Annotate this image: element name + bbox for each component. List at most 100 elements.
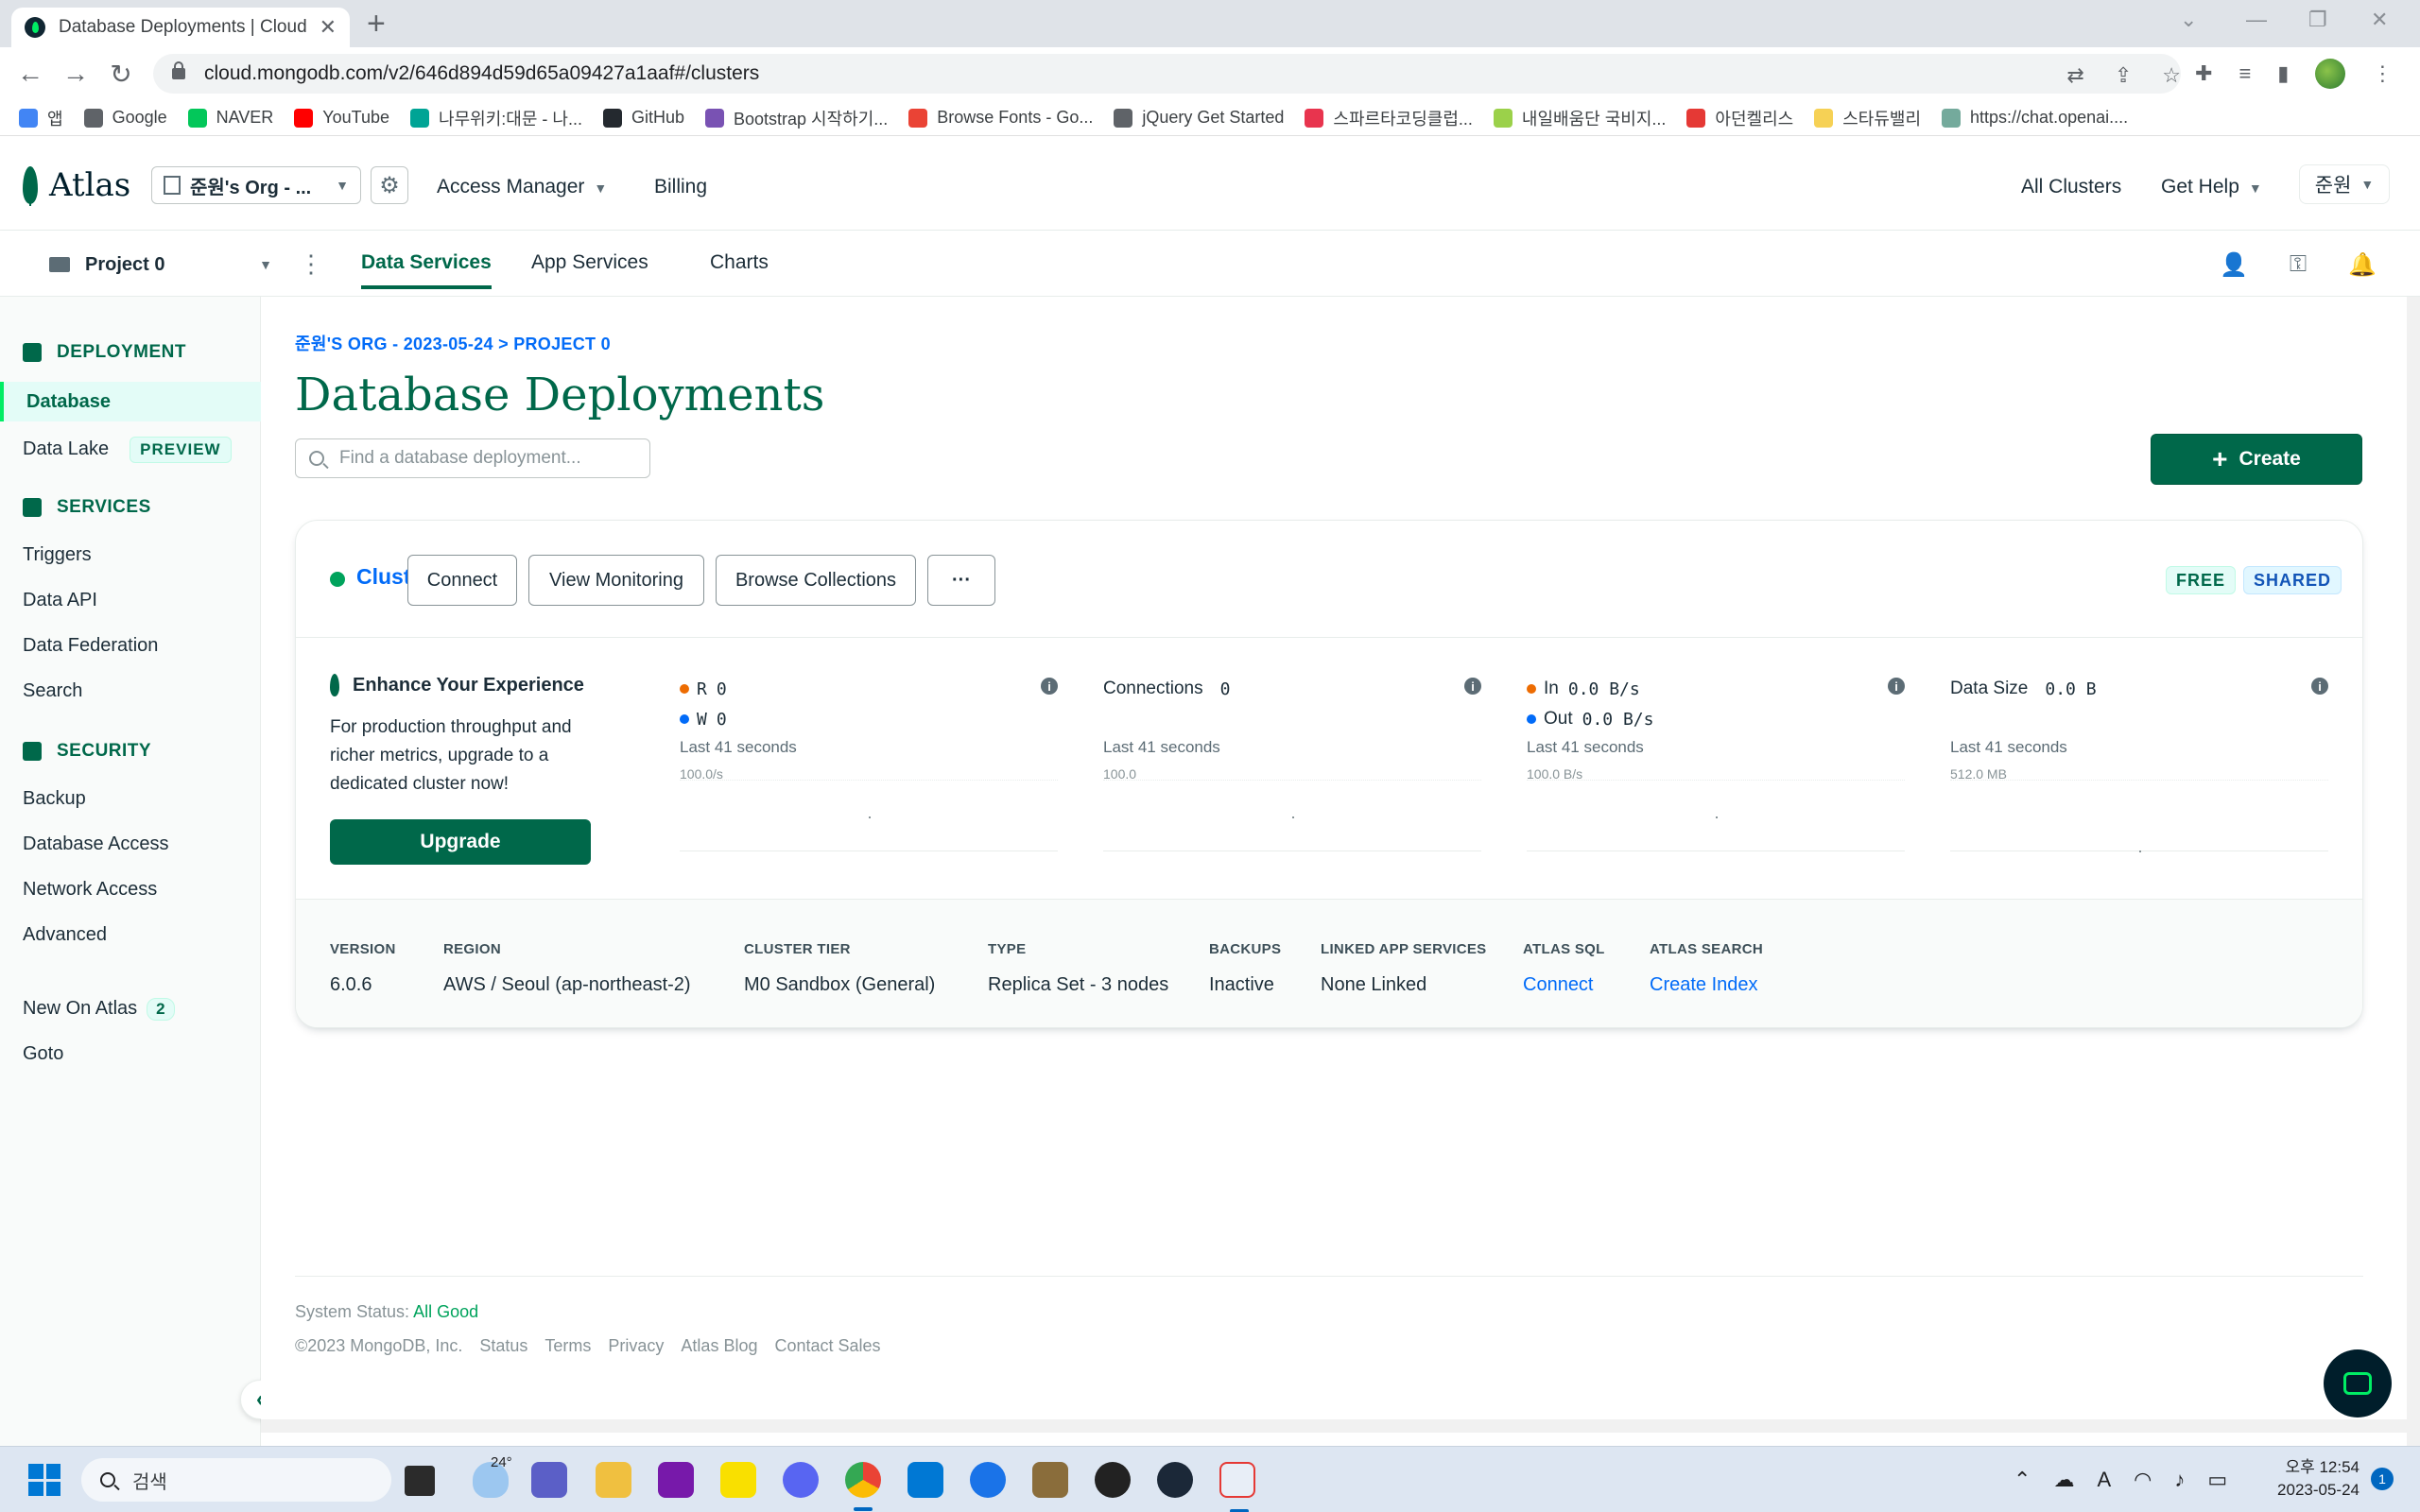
bookmark-item[interactable]: GitHub [602,108,684,128]
metric-connections[interactable]: Connections 0 Last 41 seconds 100.0 i [1103,674,1481,863]
sidebar-item-data-lake[interactable]: Data Lake PREVIEW [23,437,232,463]
info-icon[interactable]: i [2311,678,2328,695]
volume-icon[interactable]: ♪ [2174,1468,2185,1492]
info-icon[interactable]: i [1888,678,1905,695]
sidebar-item-goto[interactable]: Goto [23,1043,63,1065]
target-app-icon[interactable] [1095,1462,1131,1498]
chat-app-icon[interactable] [531,1462,567,1498]
sidebar-item-network-access[interactable]: Network Access [23,879,157,901]
side-panel-icon[interactable]: ▮ [2277,61,2289,86]
user-menu[interactable]: 준원 ▼ [2299,164,2390,204]
search-input[interactable] [339,448,623,469]
access-manager-menu[interactable]: Access Manager ▼ [437,176,607,198]
sidebar-item-data-api[interactable]: Data API [23,590,97,611]
deployment-search[interactable] [295,438,650,478]
sidebar-item-backup[interactable]: Backup [23,788,86,810]
wifi-icon[interactable]: ◠ [2134,1468,2152,1492]
taskbar-search[interactable]: 검색 [81,1458,391,1502]
all-clusters-link[interactable]: All Clusters [2021,176,2121,198]
profile-avatar[interactable] [2315,59,2346,89]
tab-charts[interactable]: Charts [710,251,769,285]
invite-user-icon[interactable]: 👤 [2220,251,2248,279]
sidebar-item-data-federation[interactable]: Data Federation [23,635,158,657]
ime-icon[interactable]: A [2097,1468,2111,1492]
project-options-icon[interactable]: ⋮ [299,251,323,276]
atlas-logo[interactable]: Atlas [23,166,130,206]
vertical-scrollbar[interactable] [2407,297,2420,1446]
bookmark-item[interactable]: YouTube [294,108,389,128]
back-icon[interactable]: ← [8,59,53,89]
sidebar-item-database[interactable]: Database [0,382,261,421]
footer-link-privacy[interactable]: Privacy [608,1336,664,1356]
tab-search-icon[interactable]: ⌄ [2180,8,2197,32]
bookmark-item[interactable]: 스타듀밸리 [1814,106,1921,130]
app-icon[interactable] [970,1462,1006,1498]
task-view-icon[interactable] [405,1466,435,1496]
close-tab-icon[interactable]: ✕ [320,15,337,40]
get-help-menu[interactable]: Get Help ▼ [2161,176,2262,198]
more-options-ellipsis-icon[interactable]: ··· [927,555,995,606]
game-app-icon[interactable] [1032,1462,1068,1498]
forward-icon[interactable]: → [53,59,98,89]
reading-list-icon[interactable]: ≡ [2238,61,2251,86]
bookmark-item[interactable]: Browse Fonts - Go... [908,108,1093,128]
address-bar[interactable]: cloud.mongodb.com/v2/646d894d59d65a09427… [153,54,2181,94]
atlas-sql-connect-link[interactable]: Connect [1523,974,1605,996]
chat-support-icon[interactable] [2324,1349,2392,1418]
bookmark-item[interactable]: 아던켈리스 [1686,106,1793,130]
tab-data-services[interactable]: Data Services [361,251,492,289]
bookmark-star-icon[interactable]: ☆ [2162,63,2181,88]
bookmark-item[interactable]: Google [83,108,167,128]
info-icon[interactable]: i [1464,678,1481,695]
browser-menu-icon[interactable]: ⋮ [2372,61,2393,86]
translate-icon[interactable]: ⇄ [2066,63,2083,88]
minimize-icon[interactable]: — [2246,8,2267,32]
battery-icon[interactable]: ▭ [2207,1468,2227,1492]
org-settings-gear-icon[interactable]: ⚙ [371,166,408,204]
connect-button[interactable]: Connect [407,555,517,606]
bookmark-item[interactable]: NAVER [187,108,273,128]
new-tab-icon[interactable]: + [367,6,386,43]
project-selector[interactable]: Project 0 ▼ [49,248,272,282]
browse-collections-button[interactable]: Browse Collections [716,555,916,606]
bookmark-item[interactable]: jQuery Get Started [1114,108,1284,128]
create-index-link[interactable]: Create Index [1650,974,1763,996]
vscode-icon[interactable] [908,1462,943,1498]
taskbar-clock[interactable]: 오후 12:54 2023-05-24 [2269,1456,2360,1502]
reload-icon[interactable]: ↻ [98,59,144,90]
sidebar-item-triggers[interactable]: Triggers [23,544,92,566]
onedrive-icon[interactable]: ☁ [2053,1468,2074,1492]
org-selector[interactable]: 준원's Org - ... ▼ [151,166,361,204]
windows-start-icon[interactable] [28,1464,60,1496]
discord-icon[interactable] [783,1462,819,1498]
footer-link-terms[interactable]: Terms [544,1336,591,1356]
chrome-icon[interactable] [845,1462,881,1511]
info-icon[interactable]: i [1041,678,1058,695]
bookmark-item[interactable]: 앱 [19,106,63,130]
metric-read-write[interactable]: R0 W0 Last 41 seconds 100.0/s i [680,674,1058,863]
footer-link-contact-sales[interactable]: Contact Sales [774,1336,880,1356]
steam-icon[interactable] [1157,1462,1193,1498]
notification-count-badge[interactable]: 1 [2371,1468,2394,1490]
breadcrumb[interactable]: 준원'S ORG - 2023-05-24 > PROJECT 0 [295,331,611,355]
notifications-bell-icon[interactable]: 🔔 [2348,251,2377,279]
project-access-icon[interactable]: ⚿ [2290,251,2307,279]
close-window-icon[interactable]: ✕ [2371,8,2388,32]
browser-tab[interactable]: Database Deployments | Cloud ✕ [11,8,350,47]
horizontal-scrollbar[interactable] [261,1419,2407,1433]
file-explorer-icon[interactable] [596,1462,631,1498]
share-icon[interactable]: ⇪ [2115,63,2132,88]
kakaotalk-icon[interactable] [720,1462,756,1498]
footer-link-status[interactable]: Status [479,1336,527,1356]
bookmark-item[interactable]: Bootstrap 시작하기... [704,106,888,130]
view-monitoring-button[interactable]: View Monitoring [528,555,704,606]
metric-data-size[interactable]: Data Size 0.0 B Last 41 seconds 512.0 MB … [1950,674,2328,863]
sidebar-item-new-on-atlas[interactable]: New On Atlas 2 [23,998,175,1021]
restore-icon[interactable]: ❐ [2308,8,2327,32]
bookmark-item[interactable]: 스파르타코딩클럽... [1305,106,1473,130]
bookmark-item[interactable]: https://chat.openai.... [1942,108,2128,128]
tab-app-services[interactable]: App Services [531,251,648,285]
create-button[interactable]: + Create [2151,434,2362,485]
tray-chevron-up-icon[interactable]: ⌃ [2014,1468,2031,1492]
metric-network[interactable]: In 0.0 B/s Out 0.0 B/s Last 41 seconds 100… [1527,674,1905,863]
